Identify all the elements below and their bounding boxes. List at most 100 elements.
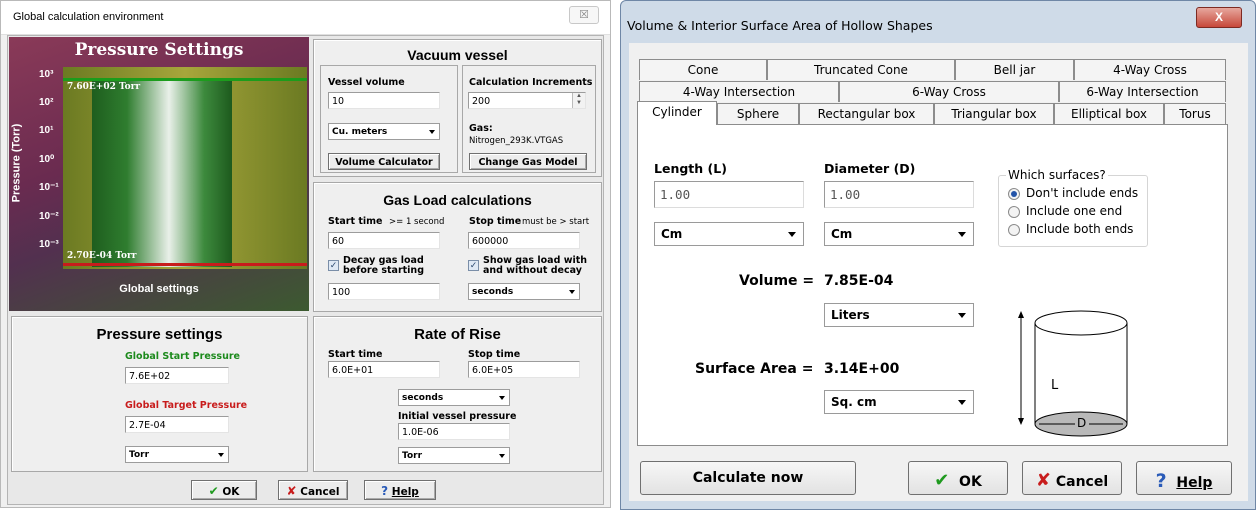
calculate-now-button[interactable]: Calculate now [640, 461, 856, 495]
global-calculation-dialog: Global calculation environment ☒ Pressur… [0, 0, 611, 508]
ror-pressure-units-select[interactable]: Torr [398, 447, 510, 464]
diameter-units-select[interactable]: Cm [824, 222, 974, 246]
surface-area-units-select[interactable]: Sq. cm [824, 390, 974, 414]
surface-area-label: Surface Area = [695, 361, 814, 377]
global-settings-label: Global settings [119, 283, 199, 295]
length-units-select[interactable]: Cm [654, 222, 804, 246]
change-gas-model-button[interactable]: Change Gas Model [469, 153, 587, 170]
pressure-units-select[interactable]: Torr [125, 446, 229, 463]
left-help-button[interactable]: ? Help [364, 480, 436, 500]
rate-of-rise-heading: Rate of Rise [414, 326, 501, 343]
right-client-area: Cone Truncated Cone Bell jar 4-Way Cross… [629, 43, 1248, 501]
tab-cone[interactable]: Cone [639, 59, 767, 80]
gas-load-panel: Gas Load calculations Start time >= 1 se… [313, 182, 602, 312]
diameter-label: Diameter (D) [824, 161, 916, 176]
vessel-volume-input[interactable]: 10 [328, 92, 440, 109]
left-close-button[interactable]: ☒ [569, 6, 599, 24]
decay-label-line2: before starting [343, 265, 424, 276]
radio-label: Don't include ends [1026, 186, 1139, 200]
pressure-settings-heading: Pressure settings [96, 326, 223, 343]
target-pressure-text: 2.70E-04 Torr [67, 251, 137, 261]
tab-4-way-cross[interactable]: 4-Way Cross [1074, 59, 1226, 80]
start-pressure-line [63, 78, 307, 81]
cylinder-tab-page: Length (L) 1.00 Cm Diameter (D) 1.00 Cm … [637, 124, 1228, 446]
length-input[interactable]: 1.00 [654, 181, 804, 208]
left-title-bar: Global calculation environment ☒ [1, 1, 610, 35]
chevron-down-icon [429, 130, 435, 134]
tab-6-way-cross[interactable]: 6-Way Cross [839, 81, 1059, 102]
chevron-down-icon [499, 454, 505, 458]
increments-spinner[interactable]: ▲ ▼ [572, 93, 585, 108]
left-ok-label: OK [222, 486, 240, 498]
tab-torus[interactable]: Torus [1164, 103, 1226, 124]
left-dialog-title: Global calculation environment [13, 11, 164, 23]
volume-units-value: Liters [831, 308, 870, 322]
right-cancel-label: Cancel [1055, 474, 1109, 490]
tab-4-way-intersection[interactable]: 4-Way Intersection [639, 81, 839, 102]
left-client-area: Pressure Settings 10³ 10² 10¹ 10⁰ 10⁻¹ 1… [7, 35, 604, 505]
arrow-down-icon [1018, 418, 1024, 425]
tab-truncated-cone[interactable]: Truncated Cone [767, 59, 955, 80]
chevron-down-icon [569, 290, 575, 294]
tab-triangular-box[interactable]: Triangular box [934, 103, 1054, 124]
target-pressure-line [63, 263, 307, 266]
gas-stop-time-hint: must be > start [522, 217, 590, 227]
global-start-pressure-input[interactable]: 7.6E+02 [125, 367, 229, 384]
gas-start-time-hint: >= 1 second [389, 217, 445, 227]
right-help-label: Help [1176, 475, 1213, 491]
decay-checkbox[interactable]: ✓ [328, 260, 339, 271]
gas-start-time-label: Start time [328, 216, 383, 227]
gas-start-time-input[interactable]: 60 [328, 232, 440, 249]
global-target-pressure-input[interactable]: 2.7E-04 [125, 416, 229, 433]
y-tick-label: 10⁰ [39, 154, 55, 165]
gas-time-units-select[interactable]: seconds [468, 283, 580, 300]
right-ok-label: OK [959, 474, 982, 490]
right-ok-button[interactable]: ✔ OK [908, 461, 1008, 495]
right-help-button[interactable]: ? Help [1136, 461, 1232, 495]
hollow-shapes-dialog: Volume & Interior Surface Area of Hollow… [620, 0, 1256, 510]
right-cancel-button[interactable]: ✘ Cancel [1022, 461, 1122, 495]
global-target-pressure-label: Global Target Pressure [125, 400, 248, 411]
show-decay-checkbox[interactable]: ✓ [468, 260, 479, 271]
volume-calculator-button[interactable]: Volume Calculator [328, 153, 440, 170]
decay-value-input[interactable]: 100 [328, 283, 440, 300]
right-close-button[interactable]: X [1196, 7, 1242, 28]
left-ok-button[interactable]: ✔ OK [191, 480, 257, 500]
y-axis-label: Pressure (Torr) [10, 123, 23, 203]
ror-start-time-input[interactable]: 6.0E+01 [328, 361, 440, 378]
volume-units-select[interactable]: Liters [824, 303, 974, 327]
diameter-input[interactable]: 1.00 [824, 181, 974, 208]
gas-load-heading: Gas Load calculations [383, 192, 532, 208]
increments-input[interactable]: 200 [468, 92, 586, 109]
tab-6-way-intersection[interactable]: 6-Way Intersection [1059, 81, 1226, 102]
left-help-label: Help [391, 486, 419, 498]
global-start-pressure-label: Global Start Pressure [125, 351, 240, 362]
left-cancel-button[interactable]: ✘ Cancel [278, 480, 348, 500]
vacuum-vessel-heading: Vacuum vessel [407, 47, 508, 63]
volume-value: 7.85E-04 [824, 273, 894, 289]
tab-bell-jar[interactable]: Bell jar [955, 59, 1074, 80]
radio-label: Include both ends [1026, 222, 1134, 236]
ror-time-units-select[interactable]: seconds [398, 389, 510, 406]
volume-units-select[interactable]: Cu. meters [328, 123, 440, 140]
radio-dont-include-ends[interactable] [1008, 188, 1020, 200]
initial-pressure-input[interactable]: 1.0E-06 [398, 423, 510, 440]
volume-units-value: Cu. meters [332, 127, 388, 137]
tab-sphere[interactable]: Sphere [717, 103, 799, 124]
chevron-down-icon [218, 453, 224, 457]
chevron-down-icon [788, 232, 796, 237]
chevron-down-icon [958, 313, 966, 318]
chevron-down-icon [958, 400, 966, 405]
radio-include-one-end[interactable] [1008, 206, 1020, 218]
vacuum-vessel-panel: Vacuum vessel Vessel volume 10 Calculati… [313, 39, 602, 177]
tab-cylinder[interactable]: Cylinder [637, 101, 717, 125]
y-tick-label: 10⁻³ [39, 239, 59, 250]
pressure-gauge-panel: Pressure Settings 10³ 10² 10¹ 10⁰ 10⁻¹ 1… [9, 37, 309, 311]
gas-stop-time-input[interactable]: 600000 [468, 232, 580, 249]
radio-include-both-ends[interactable] [1008, 224, 1020, 236]
y-tick-label: 10⁻² [39, 211, 59, 222]
tab-rectangular-box[interactable]: Rectangular box [799, 103, 934, 124]
tab-elliptical-box[interactable]: Elliptical box [1054, 103, 1164, 124]
vessel-volume-label: Vessel volume [328, 77, 405, 88]
ror-stop-time-input[interactable]: 6.0E+05 [468, 361, 580, 378]
